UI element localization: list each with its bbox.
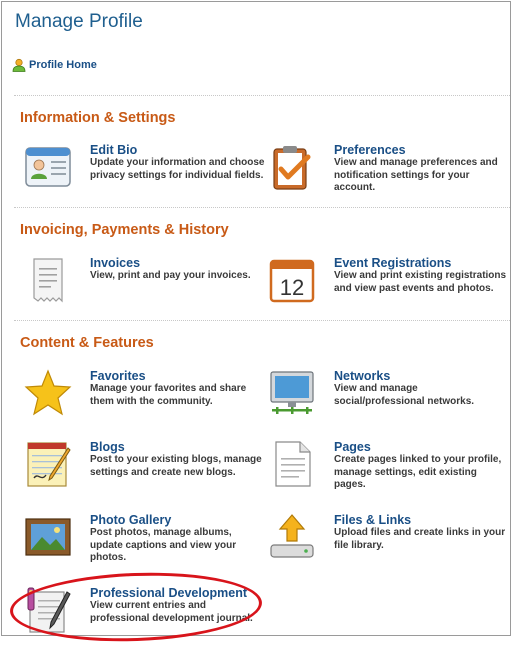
blogs-item[interactable]: Blogs Post to your existing blogs, manag… (24, 440, 264, 500)
section-invoicing: Invoicing, Payments & History (14, 207, 510, 238)
photo-gallery-item[interactable]: Photo Gallery Post photos, manage albums… (24, 513, 264, 573)
networks-item[interactable]: Networks View and manage social/professi… (268, 369, 508, 429)
edit-bio-desc: Update your information and choose priva… (90, 157, 265, 181)
invoices-desc: View, print and pay your invoices. (90, 270, 251, 281)
calendar-icon: 12 (269, 259, 315, 303)
star-icon (24, 369, 72, 416)
page-title: Manage Profile (15, 11, 143, 32)
networks-title[interactable]: Networks (334, 369, 509, 383)
invoices-title[interactable]: Invoices (90, 256, 265, 270)
section-title: Content & Features (20, 335, 154, 351)
profile-home-link[interactable]: Profile Home (12, 58, 97, 72)
upload-drive-icon (270, 514, 314, 558)
blogs-title[interactable]: Blogs (90, 440, 265, 454)
user-icon (12, 58, 26, 72)
document-icon (275, 441, 311, 487)
files-links-item[interactable]: Files & Links Upload files and create li… (268, 513, 508, 573)
professional-development-desc: View current entries and professional de… (90, 600, 253, 624)
monitor-network-icon (270, 371, 314, 414)
files-links-title[interactable]: Files & Links (334, 513, 509, 527)
preferences-item[interactable]: Preferences View and manage preferences … (268, 143, 508, 203)
notepad-icon (27, 442, 71, 487)
receipt-icon (33, 258, 63, 303)
invoices-item[interactable]: Invoices View, print and pay your invoic… (24, 256, 264, 316)
files-links-desc: Upload files and create links in your fi… (334, 527, 506, 551)
event-registrations-desc: View and print existing registrations an… (334, 270, 507, 294)
professional-development-title[interactable]: Professional Development (90, 586, 265, 600)
photo-gallery-desc: Post photos, manage albums, update capti… (90, 527, 237, 563)
favorites-title[interactable]: Favorites (90, 369, 265, 383)
edit-bio-item[interactable]: Edit Bio Update your information and cho… (24, 143, 264, 203)
section-title: Information & Settings (20, 110, 176, 126)
blogs-desc: Post to your existing blogs, manage sett… (90, 454, 262, 478)
photo-frame-icon (25, 518, 71, 556)
photo-gallery-title[interactable]: Photo Gallery (90, 513, 265, 527)
pages-desc: Create pages linked to your profile, man… (334, 454, 502, 490)
pages-title[interactable]: Pages (334, 440, 509, 454)
event-registrations-title[interactable]: Event Registrations (334, 256, 509, 270)
section-title: Invoicing, Payments & History (20, 222, 229, 238)
clipboard-check-icon (273, 146, 311, 190)
section-information-settings: Information & Settings (14, 95, 510, 126)
networks-desc: View and manage social/professional netw… (334, 383, 475, 407)
edit-bio-title[interactable]: Edit Bio (90, 143, 265, 157)
section-content-features: Content & Features (14, 320, 510, 351)
profile-panel: Manage Profile Profile Home Information … (1, 1, 511, 636)
preferences-title[interactable]: Preferences (334, 143, 509, 157)
pages-item[interactable]: Pages Create pages linked to your profil… (268, 440, 508, 500)
event-registrations-item[interactable]: 12 Event Registrations View and print ex… (268, 256, 508, 316)
journal-pen-icon (27, 587, 71, 633)
favorites-desc: Manage your favorites and share them wit… (90, 383, 247, 407)
favorites-item[interactable]: Favorites Manage your favorites and shar… (24, 369, 264, 429)
professional-development-item[interactable]: Professional Development View current en… (24, 586, 264, 646)
calendar-day: 12 (280, 275, 304, 300)
profile-home-label: Profile Home (29, 59, 97, 71)
id-card-icon (25, 147, 71, 187)
preferences-desc: View and manage preferences and notifica… (334, 157, 498, 193)
